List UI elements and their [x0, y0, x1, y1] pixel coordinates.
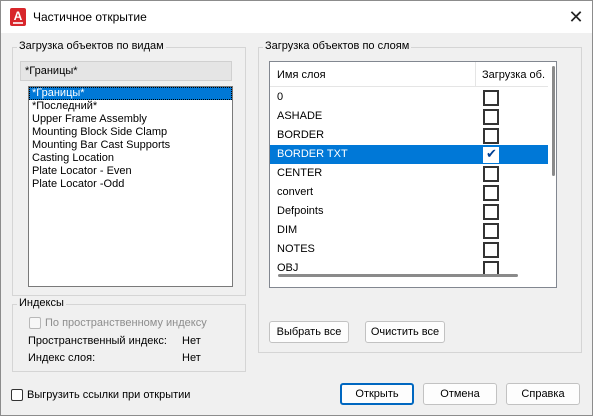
layer-load-checkbox[interactable]	[483, 90, 499, 106]
layer-row[interactable]: CENTER	[270, 164, 548, 183]
layer-load-checkbox[interactable]	[483, 109, 499, 125]
layer-row[interactable]: ASHADE	[270, 107, 548, 126]
layer-load-checkbox[interactable]	[483, 223, 499, 239]
layer-row[interactable]: BORDER TXT ✔	[270, 145, 548, 164]
layer-name: DIM	[277, 224, 298, 236]
close-button[interactable]: ✕	[563, 5, 589, 29]
clear-all-button[interactable]: Очистить все	[365, 321, 445, 343]
spatial-index-label: Пространственный индекс:	[28, 335, 167, 347]
layer-name: ASHADE	[277, 110, 323, 122]
layer-name: BORDER	[277, 129, 325, 141]
help-button[interactable]: Справка	[506, 383, 580, 405]
spatial-index-checkbox[interactable]	[29, 317, 41, 329]
column-header-layer-name[interactable]: Имя слоя	[277, 69, 326, 81]
views-group-label: Загрузка объектов по видам	[17, 40, 166, 52]
indexes-group-label: Индексы	[17, 297, 66, 309]
spatial-index-value: Нет	[182, 335, 201, 347]
view-list-item[interactable]: Plate Locator -Odd	[29, 178, 232, 191]
title-bar: A Частичное открытие ✕	[1, 1, 592, 33]
layer-row[interactable]: Defpoints	[270, 202, 548, 221]
horizontal-scrollbar[interactable]	[278, 274, 518, 277]
layer-row[interactable]: NOTES	[270, 240, 548, 259]
autocad-app-icon: A	[10, 8, 26, 26]
vertical-scrollbar[interactable]	[552, 66, 555, 176]
view-list-item[interactable]: Plate Locator - Even	[29, 165, 232, 178]
views-listbox[interactable]: *Границы* *Последний* Upper Frame Assembly…	[28, 86, 233, 287]
layers-listview[interactable]: Имя слоя Загрузка об. 0 ASHADE BORDER BORDE…	[269, 61, 557, 288]
unload-xrefs-label: Выгрузить ссылки при открытии	[27, 389, 191, 401]
layer-load-checkbox[interactable]	[483, 166, 499, 182]
layers-header: Имя слоя Загрузка об.	[270, 62, 548, 87]
column-separator[interactable]	[475, 62, 476, 87]
layer-name: convert	[277, 186, 314, 198]
layer-name: CENTER	[277, 167, 323, 179]
current-view-field: *Границы*	[20, 61, 232, 81]
view-list-item[interactable]: Casting Location	[29, 152, 232, 165]
unload-xrefs-checkbox[interactable]	[11, 389, 23, 401]
close-icon: ✕	[568, 7, 584, 27]
open-button[interactable]: Открыть	[340, 383, 414, 405]
layer-row[interactable]: convert	[270, 183, 548, 202]
view-list-item[interactable]: *Последний*	[29, 100, 232, 113]
view-list-item[interactable]: Mounting Bar Cast Supports	[29, 139, 232, 152]
column-header-load[interactable]: Загрузка об.	[482, 69, 545, 81]
layer-load-checkbox[interactable]	[483, 242, 499, 258]
layer-name: OBJ	[277, 262, 299, 274]
checkmark-icon: ✔	[486, 146, 497, 161]
spatial-index-checkbox-label: По пространственному индексу	[45, 317, 207, 329]
view-list-item[interactable]: *Границы*	[29, 87, 232, 100]
layer-row[interactable]: BORDER	[270, 126, 548, 145]
partial-open-dialog: A Частичное открытие ✕ Загрузка объектов…	[0, 0, 593, 416]
layer-name: NOTES	[277, 243, 315, 255]
cancel-button[interactable]: Отмена	[423, 383, 497, 405]
layers-rows: 0 ASHADE BORDER BORDER TXT ✔ CENTER convert Def…	[270, 88, 548, 278]
layer-index-value: Нет	[182, 352, 201, 364]
layer-load-checkbox[interactable]	[483, 185, 499, 201]
select-all-button[interactable]: Выбрать все	[269, 321, 349, 343]
layer-load-checkbox[interactable]: ✔	[483, 146, 499, 163]
layer-row[interactable]: DIM	[270, 221, 548, 240]
window-title: Частичное открытие	[33, 10, 147, 24]
layer-name: BORDER TXT	[277, 148, 348, 160]
layer-index-label: Индекс слоя:	[28, 352, 96, 364]
view-list-item[interactable]: Upper Frame Assembly	[29, 113, 232, 126]
layer-load-checkbox[interactable]	[483, 204, 499, 220]
layer-name: Defpoints	[277, 205, 324, 217]
layer-load-checkbox[interactable]	[483, 128, 499, 144]
layer-row[interactable]: 0	[270, 88, 548, 107]
layers-group-label: Загрузка объектов по слоям	[263, 40, 412, 52]
layer-name: 0	[277, 91, 284, 103]
view-list-item[interactable]: Mounting Block Side Clamp	[29, 126, 232, 139]
